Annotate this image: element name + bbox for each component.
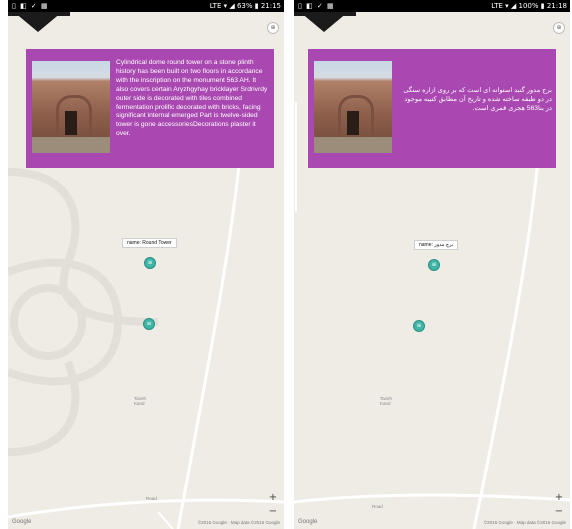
compass-icon[interactable]: ⊕ [553,22,565,34]
place-label: Tazeh Kand [134,396,147,406]
status-right: LTE ▾ ◢ 63% ▮ 21:15 [209,2,281,10]
zoom-in-button[interactable]: + [268,493,278,503]
left-screen: ▯ ◧ ✓ ▦ LTE ▾ ◢ 63% ▮ 21:15 Tazeh Kand R… [8,0,284,529]
map-attribution[interactable]: ©2016 Google · Map data ©2016 Google [198,520,280,525]
map-marker-icon[interactable]: ≡ [144,257,156,269]
info-card[interactable]: برج مدور گنبد استوانه ای است که بر روی ا… [308,49,556,168]
marker-label: name: برج مدور [414,240,459,250]
monument-photo [314,61,392,153]
nav-drawer-tab-icon[interactable] [300,12,348,32]
zoom-out-button[interactable]: − [554,507,564,517]
status-bar: ▯ ◧ ✓ ▦ LTE ▾ ◢ 100% ▮ 21:18 [294,0,570,12]
map-marker-icon[interactable]: ≡ [143,318,155,330]
info-text: Cylindrical dome round tower on a stone … [116,59,268,138]
right-screen: ▯ ◧ ✓ ▦ LTE ▾ ◢ 100% ▮ 21:18 Tazeh Kand … [294,0,570,529]
google-logo: Google [298,519,318,525]
marker-label: name: Round Tower [122,238,177,248]
road-label: Road [146,496,157,501]
monument-photo [32,61,110,153]
status-right: LTE ▾ ◢ 100% ▮ 21:18 [491,2,567,10]
notification-icons: ▯ ◧ ✓ ▦ [298,2,335,10]
map-attribution[interactable]: ©2016 Google · Map data ©2016 Google [484,520,566,525]
road-label: Road [372,504,383,509]
compass-icon[interactable]: ⊕ [267,22,279,34]
map-marker-icon[interactable]: ≡ [428,259,440,271]
status-bar: ▯ ◧ ✓ ▦ LTE ▾ ◢ 63% ▮ 21:15 [8,0,284,12]
map-marker-icon[interactable]: ≡ [413,320,425,332]
info-text: برج مدور گنبد استوانه ای است که بر روی ا… [403,87,552,112]
nav-drawer-tab-icon[interactable] [14,12,62,32]
info-card[interactable]: Cylindrical dome round tower on a stone … [26,49,274,168]
notification-icons: ▯ ◧ ✓ ▦ [12,2,49,10]
google-logo: Google [12,519,32,525]
zoom-out-button[interactable]: − [268,507,278,517]
place-label: Tazeh Kand [380,396,393,406]
zoom-in-button[interactable]: + [554,493,564,503]
